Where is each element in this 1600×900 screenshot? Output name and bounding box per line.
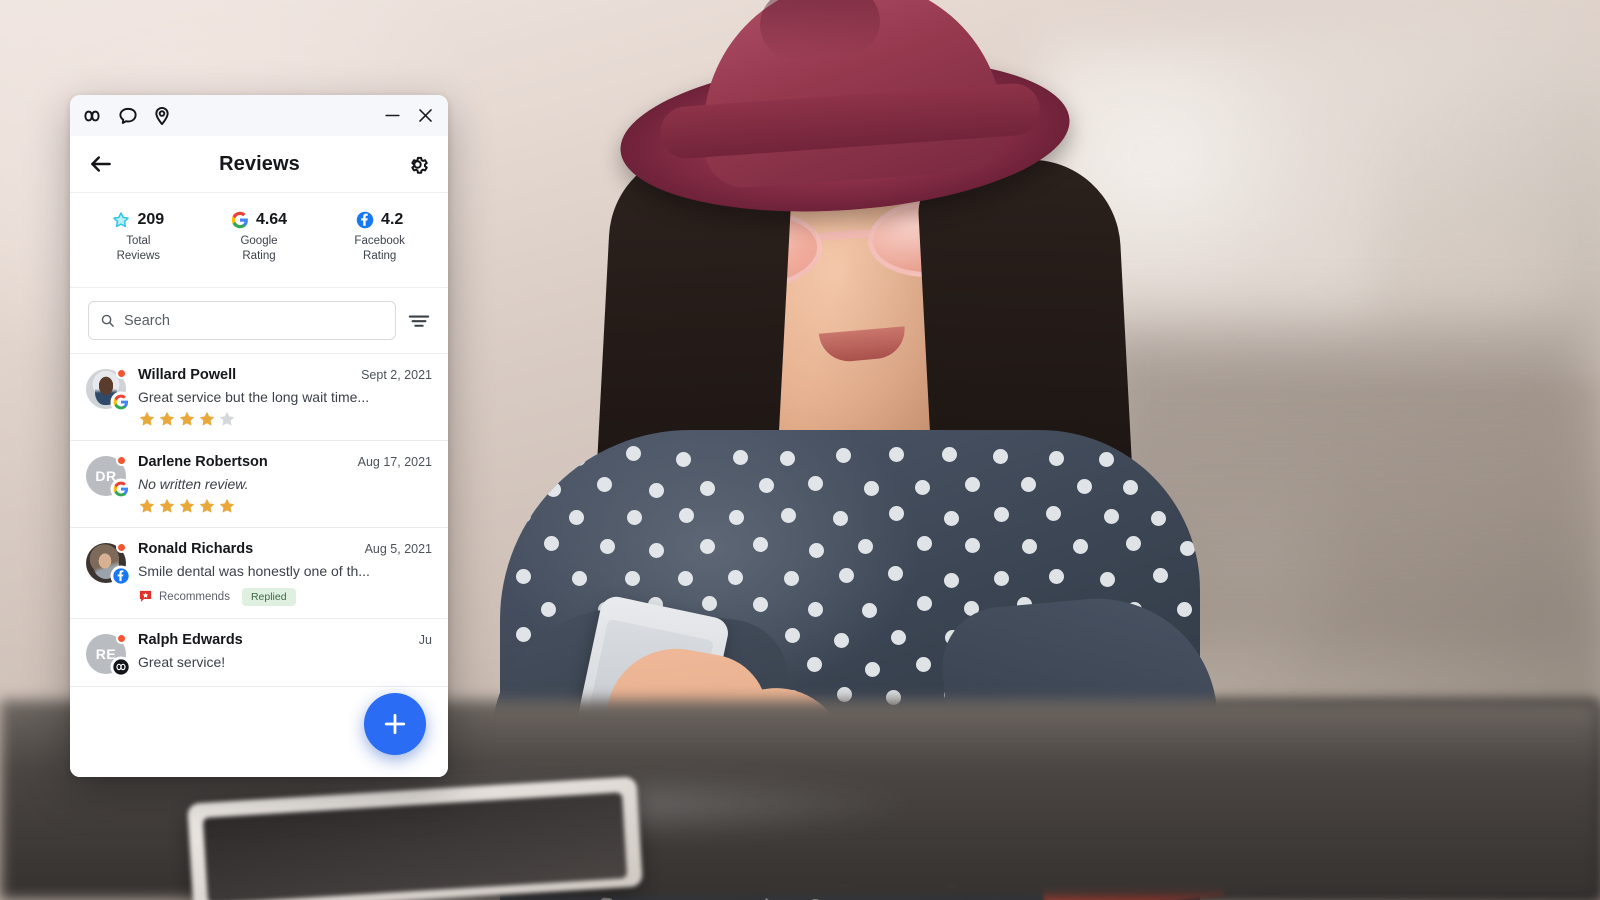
source-badge (112, 657, 130, 676)
source-badge (112, 480, 130, 499)
search-input[interactable] (124, 312, 384, 329)
stats-row: 209 Total Reviews 4.64 Google Rating 4.2… (70, 193, 448, 288)
reviewer-name: Ralph Edwards (138, 631, 243, 648)
stat-value: 4.2 (381, 211, 404, 228)
stat-total-reviews: 209 Total Reviews (78, 211, 199, 263)
unread-dot-badge (116, 632, 127, 644)
star-empty-icon (219, 411, 235, 426)
star-filled-icon (199, 411, 215, 426)
stat-label-line2: Reviews (116, 249, 161, 262)
stat-facebook-rating: 4.2 Facebook Rating (319, 211, 440, 263)
star-filled-icon (159, 499, 175, 514)
replied-badge: Replied (241, 587, 296, 606)
reviewer-name: Darlene Robertson (138, 454, 268, 471)
star-filled-icon (219, 499, 235, 514)
recommend-flag-icon (139, 590, 152, 602)
review-date: Sept 2, 2021 (361, 368, 432, 382)
window-controls (383, 106, 435, 125)
avatar (86, 368, 130, 411)
review-text: Great service! (138, 653, 226, 670)
review-text: No written review. (138, 476, 249, 493)
stat-label: Total Reviews (78, 234, 199, 263)
stat-label: Google Rating (199, 234, 320, 263)
review-list-item[interactable]: Willard Powell Sept 2, 2021 Great servic… (70, 354, 448, 442)
review-list-item[interactable]: RE Ralph Edwards Ju Great service! (70, 619, 448, 687)
review-text: Great service but the long wait time... (138, 389, 370, 405)
facebook-icon (113, 568, 129, 585)
review-date: Aug 5, 2021 (364, 542, 432, 557)
plus-icon (384, 713, 406, 735)
reviewer-name: Willard Powell (138, 367, 237, 383)
review-date: Aug 17, 2021 (357, 455, 432, 470)
app-header: Reviews (70, 136, 448, 193)
recommends-label: Recommends (159, 590, 230, 603)
star-filled-icon (179, 411, 195, 426)
google-icon (113, 394, 129, 410)
stat-label-line1: Total (126, 235, 151, 247)
brand-logo-icon (113, 658, 129, 675)
reviewer-name: Ronald Richards (138, 541, 254, 558)
source-badge (112, 393, 130, 411)
reviews-app-window: Reviews 209 Total Reviews 4.64 Google Ra… (70, 95, 448, 777)
review-content: Darlene Robertson Aug 17, 2021 No writte… (138, 454, 432, 515)
search-row (70, 288, 448, 354)
location-pin-icon[interactable] (151, 105, 173, 127)
unread-dot-badge (116, 368, 127, 379)
close-icon[interactable] (416, 106, 435, 125)
add-review-fab[interactable] (364, 693, 426, 755)
unread-dot-badge (116, 455, 127, 467)
stat-label-line2: Rating (242, 249, 276, 262)
titlebar-icon-group (83, 105, 173, 127)
google-icon (113, 481, 129, 497)
star-filled-icon (179, 499, 195, 514)
review-date: Ju (418, 632, 432, 647)
source-badge (112, 567, 130, 586)
review-content: Ralph Edwards Ju Great service! (138, 632, 432, 674)
star-filled-icon (199, 499, 215, 514)
back-arrow-icon[interactable] (88, 151, 114, 177)
chat-bubble-icon[interactable] (117, 105, 139, 127)
stat-label: Facebook Rating (319, 234, 440, 263)
window-titlebar (70, 95, 448, 136)
star-filled-icon (139, 411, 155, 426)
google-icon (231, 211, 249, 229)
stat-google-rating: 4.64 Google Rating (199, 211, 320, 263)
recommends-badge: Recommends (138, 589, 230, 604)
rating-stars (138, 497, 432, 515)
minimize-button[interactable] (383, 106, 402, 125)
avatar (86, 542, 130, 586)
review-tags: Recommends Replied (138, 587, 432, 606)
avatar: DR (86, 455, 130, 499)
page-title: Reviews (219, 152, 300, 175)
review-list-item[interactable]: Ronald Richards Aug 5, 2021 Smile dental… (70, 528, 448, 619)
search-icon (100, 313, 115, 328)
brand-logo-icon[interactable] (83, 105, 105, 127)
facebook-icon (356, 211, 374, 229)
unread-dot-badge (116, 542, 127, 554)
stat-value: 4.64 (255, 211, 288, 228)
search-box[interactable] (88, 301, 396, 340)
gear-icon[interactable] (405, 152, 430, 177)
review-text: Smile dental was honestly one of th... (138, 563, 370, 580)
star-icon (112, 211, 130, 229)
review-list-item[interactable]: DR Darlene Robertson Aug 17, 2021 No wri… (70, 441, 448, 529)
review-content: Ronald Richards Aug 5, 2021 Smile dental… (138, 541, 432, 606)
stat-label-line2: Rating (363, 249, 397, 262)
rating-stars (138, 410, 432, 428)
review-content: Willard Powell Sept 2, 2021 Great servic… (138, 367, 432, 428)
stat-label-line1: Google (240, 235, 278, 247)
star-filled-icon (159, 411, 175, 426)
stat-label-line1: Facebook (354, 235, 405, 247)
filter-icon[interactable] (408, 312, 430, 330)
star-filled-icon (139, 499, 155, 514)
stat-value: 209 (137, 211, 165, 228)
avatar: RE (86, 632, 130, 676)
